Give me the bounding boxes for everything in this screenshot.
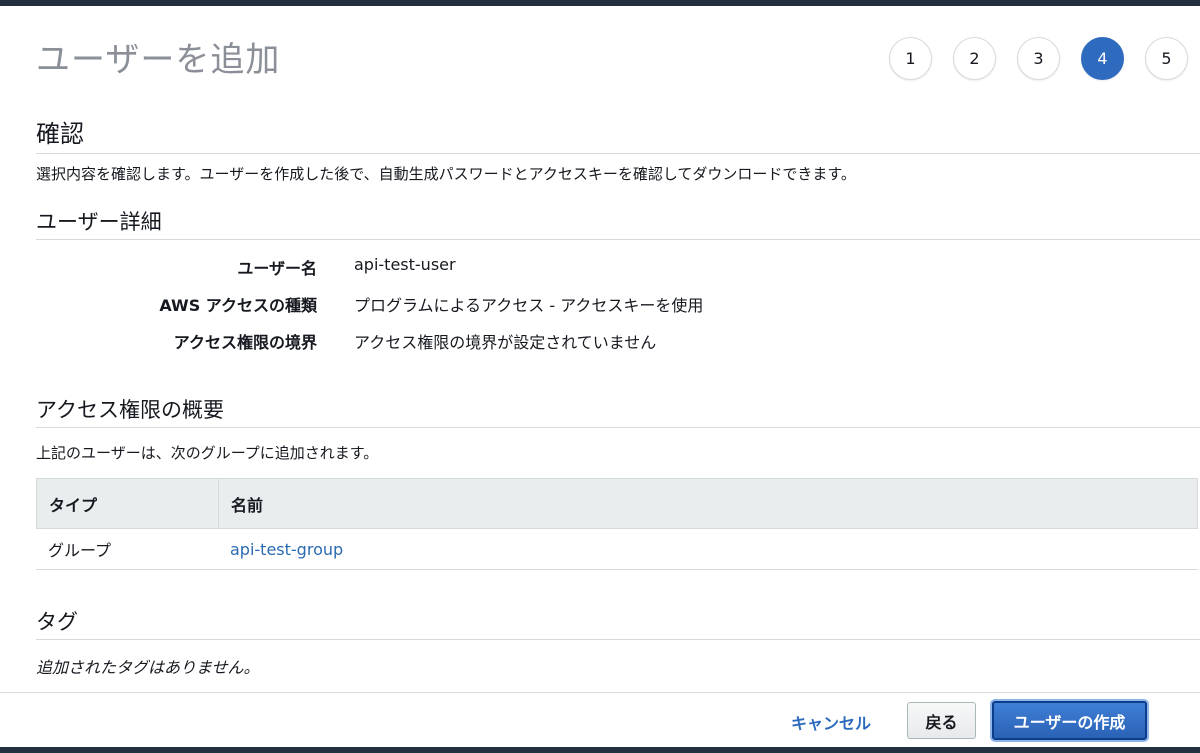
tags-heading: タグ: [36, 610, 78, 634]
step-4-current: 4: [1081, 37, 1124, 80]
group-link[interactable]: api-test-group: [218, 529, 1198, 569]
detail-row-permissions-boundary: アクセス権限の境界 アクセス権限の境界が設定されていません: [36, 329, 936, 353]
user-details-heading: ユーザー詳細: [36, 210, 162, 234]
table-header: タイプ 名前: [36, 479, 1198, 529]
detail-key: ユーザー名: [237, 259, 317, 278]
step-2[interactable]: 2: [953, 37, 996, 80]
back-button[interactable]: 戻る: [907, 702, 976, 739]
permissions-description: 上記のユーザーは、次のグループに追加されます。: [36, 444, 379, 462]
divider: [36, 639, 1200, 640]
add-user-page: ユーザーを追加 1 2 3 4 5 確認 選択内容を確認します。ユーザーを作成し…: [0, 6, 1200, 747]
footer-divider: [0, 692, 1200, 693]
permissions-table: タイプ 名前 グループ api-test-group: [36, 478, 1198, 570]
page-title: ユーザーを追加: [36, 40, 281, 80]
wizard-steps: 1 2 3 4 5: [889, 37, 1188, 80]
detail-value: api-test-user: [354, 255, 456, 274]
detail-row-username: ユーザー名 api-test-user: [36, 255, 936, 279]
permissions-heading: アクセス権限の概要: [36, 398, 224, 422]
detail-key: アクセス権限の境界: [173, 333, 317, 352]
step-1[interactable]: 1: [889, 37, 932, 80]
create-user-button[interactable]: ユーザーの作成: [992, 701, 1147, 740]
review-description: 選択内容を確認します。ユーザーを作成した後で、自動生成パスワードとアクセスキーを…: [36, 165, 856, 183]
column-header-name[interactable]: 名前: [219, 479, 1198, 528]
no-tags-message: 追加されたタグはありません。: [36, 658, 260, 677]
detail-value: プログラムによるアクセス - アクセスキーを使用: [354, 296, 704, 315]
table-row: グループ api-test-group: [36, 529, 1198, 569]
review-heading: 確認: [36, 120, 84, 148]
cell-type: グループ: [48, 541, 112, 560]
detail-row-access-type: AWS アクセスの種類 プログラムによるアクセス - アクセスキーを使用: [36, 292, 936, 316]
divider: [36, 427, 1200, 428]
detail-key: AWS アクセスの種類: [159, 296, 317, 315]
step-3[interactable]: 3: [1017, 37, 1060, 80]
detail-value: アクセス権限の境界が設定されていません: [354, 333, 657, 352]
column-header-type[interactable]: タイプ: [37, 479, 219, 528]
divider: [36, 153, 1200, 154]
cancel-button[interactable]: キャンセル: [778, 704, 884, 740]
step-5: 5: [1145, 37, 1188, 80]
divider: [36, 239, 1200, 240]
